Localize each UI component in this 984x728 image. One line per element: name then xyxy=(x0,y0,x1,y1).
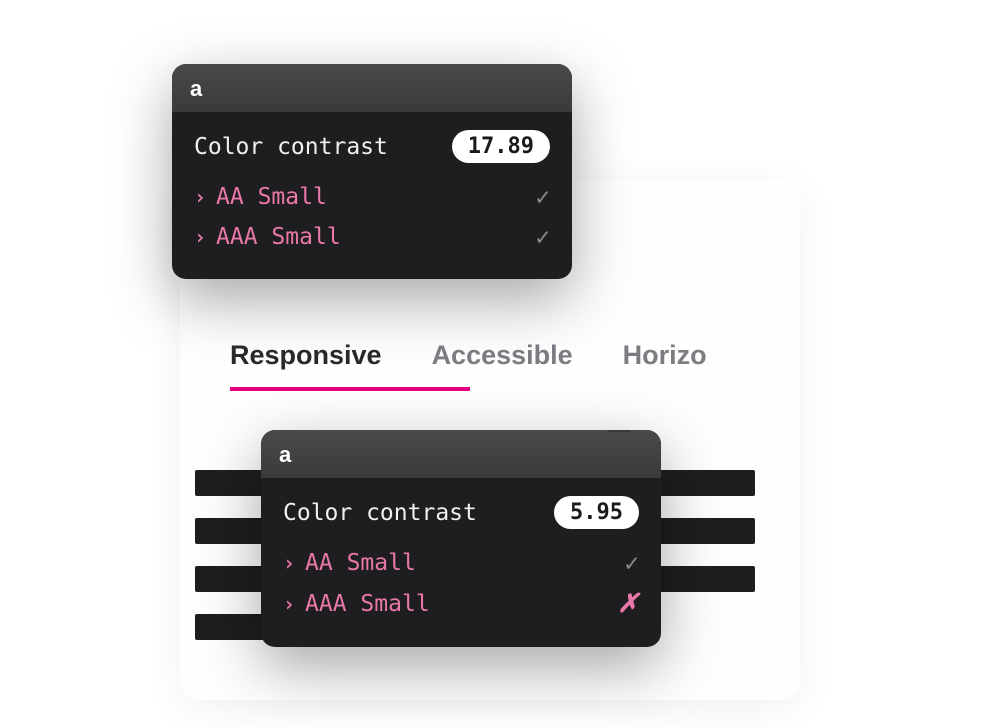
tab-responsive[interactable]: Responsive xyxy=(230,340,382,389)
check-pass-icon: ✓ xyxy=(625,549,639,577)
check-pass-icon: ✓ xyxy=(536,183,550,211)
tab-accessible[interactable]: Accessible xyxy=(432,340,573,389)
tooltip-arrow-icon xyxy=(202,277,226,279)
caret-icon: › xyxy=(283,551,295,575)
color-contrast-tooltip-2: a Color contrast 5.95 › AA Small ✓ › AAA… xyxy=(261,430,661,647)
contrast-value-badge: 17.89 xyxy=(452,130,550,163)
tooltip-header: a xyxy=(261,430,661,478)
contrast-check-row[interactable]: › AA Small ✓ xyxy=(194,177,550,217)
caret-icon: › xyxy=(194,225,206,249)
check-fail-icon: ✗ xyxy=(617,589,639,619)
contrast-label: Color contrast xyxy=(283,500,477,526)
contrast-row: Color contrast 5.95 xyxy=(283,496,639,529)
tooltip-header: a xyxy=(172,64,572,112)
sample-letter: a xyxy=(279,442,291,468)
contrast-label: Color contrast xyxy=(194,134,388,160)
caret-icon: › xyxy=(283,592,295,616)
tooltip-body: Color contrast 5.95 › AA Small ✓ › AAA S… xyxy=(261,478,661,647)
sample-letter: a xyxy=(190,76,202,102)
check-label: AA Small xyxy=(305,550,416,576)
color-contrast-tooltip-1: a Color contrast 17.89 › AA Small ✓ › AA… xyxy=(172,64,572,279)
tab-active-indicator xyxy=(230,387,470,391)
caret-icon: › xyxy=(194,185,206,209)
contrast-row: Color contrast 17.89 xyxy=(194,130,550,163)
tooltip-arrow-icon xyxy=(607,430,631,432)
check-label: AAA Small xyxy=(305,591,430,617)
contrast-check-row[interactable]: › AAA Small ✓ xyxy=(194,217,550,257)
check-label: AA Small xyxy=(216,184,327,210)
contrast-value-badge: 5.95 xyxy=(554,496,639,529)
check-label: AAA Small xyxy=(216,224,341,250)
contrast-check-row[interactable]: › AAA Small ✗ xyxy=(283,583,639,625)
check-pass-icon: ✓ xyxy=(536,223,550,251)
tooltip-body: Color contrast 17.89 › AA Small ✓ › AAA … xyxy=(172,112,572,279)
contrast-check-row[interactable]: › AA Small ✓ xyxy=(283,543,639,583)
tab-horizontal[interactable]: Horizo xyxy=(623,340,707,389)
